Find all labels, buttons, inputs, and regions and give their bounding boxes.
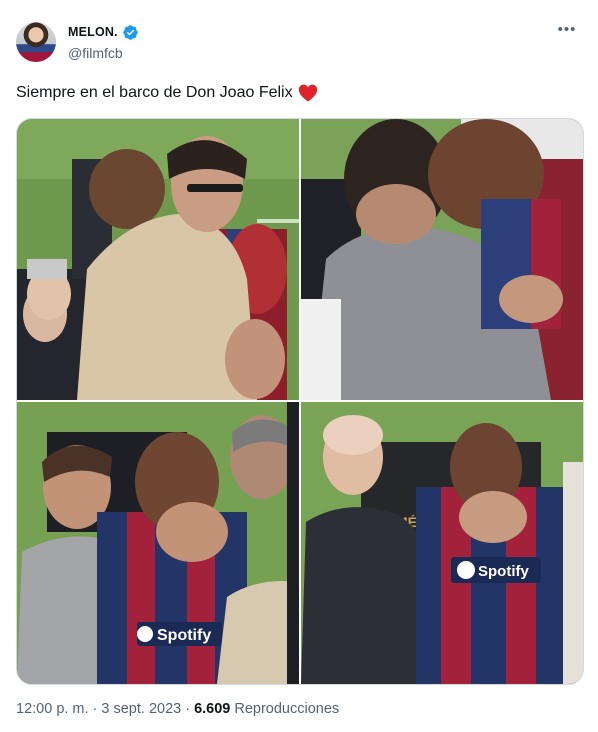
photo-2[interactable]	[301, 119, 583, 400]
shirt-sponsor-text-2: Spotify	[478, 563, 529, 580]
views-count: 6.609	[194, 701, 231, 717]
author-handle[interactable]: @filmfcb	[68, 45, 139, 61]
author-names: MELON. @filmfcb	[68, 23, 139, 61]
photo-1[interactable]	[17, 119, 299, 400]
photo-4[interactable]: MÉS Spotify	[301, 402, 583, 684]
avatar[interactable]	[16, 22, 56, 62]
display-name-row: MELON.	[68, 23, 139, 41]
photo-3[interactable]: Spotify	[17, 402, 299, 684]
verified-badge-icon	[122, 24, 139, 41]
views-label: Reproducciones	[234, 701, 340, 717]
tweet-date[interactable]: 3 sept. 2023	[101, 701, 181, 717]
tweet-text-content: Siempre en el barco de Don Joao Felix	[16, 84, 293, 101]
tweet-text: Siempre en el barco de Don Joao Felix	[16, 84, 318, 102]
display-name[interactable]: MELON.	[68, 25, 118, 39]
tweet-card: MELON. @filmfcb ••• Siempre en el barco …	[0, 0, 598, 732]
tweet-header: MELON. @filmfcb •••	[16, 20, 582, 66]
red-heart-icon	[298, 84, 318, 102]
more-options-icon[interactable]: •••	[556, 22, 578, 40]
media-grid[interactable]: Spotify MÉS Spotify	[16, 118, 584, 685]
meta-separator-2: ·	[185, 701, 191, 717]
tweet-meta: 12:00 p. m. · 3 sept. 2023 · 6.609 Repro…	[16, 701, 339, 717]
meta-separator: ·	[92, 701, 98, 717]
shirt-sponsor-text: Spotify	[157, 627, 211, 644]
tweet-time[interactable]: 12:00 p. m.	[16, 701, 89, 717]
